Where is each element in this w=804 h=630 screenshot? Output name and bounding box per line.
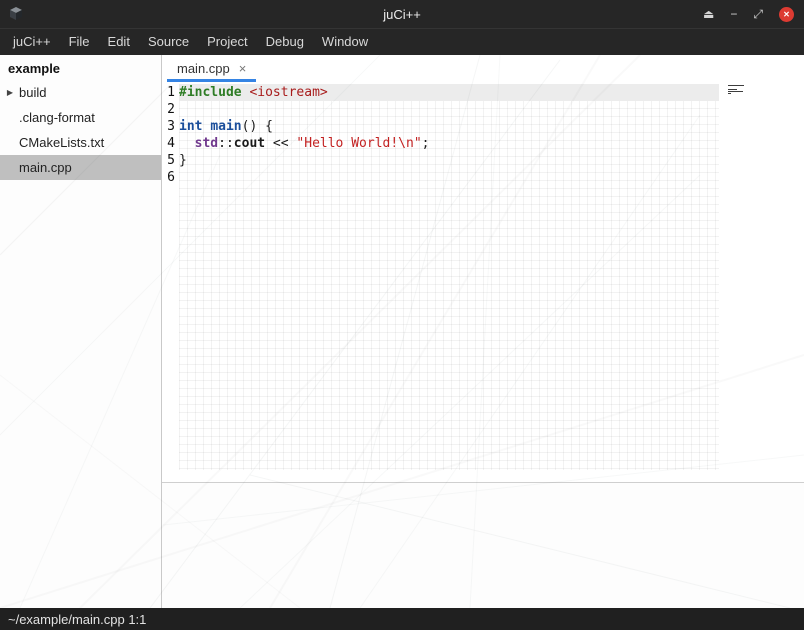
token: std	[195, 136, 218, 151]
code-line-6[interactable]: 6	[162, 169, 804, 186]
menu-item-debug[interactable]: Debug	[257, 29, 313, 55]
app-window: juCi++ ⏏ − ⤢ ✕ juCi++FileEditSourceProje…	[0, 0, 804, 630]
token: "Hello World!\n"	[296, 136, 421, 151]
tree-item-build[interactable]: ▶build	[0, 80, 161, 105]
code-content	[179, 169, 719, 186]
code-editor[interactable]: 1#include <iostream>23int main() {4 std:…	[162, 82, 804, 482]
tab-close-icon[interactable]: ×	[239, 61, 247, 76]
file-tree: ▶build .clang-format CMakeLists.txt main.cp…	[0, 80, 161, 180]
restore-button[interactable]: ⤢	[753, 8, 763, 20]
window-title: juCi++	[0, 7, 804, 22]
token: <<	[265, 136, 296, 151]
line-number: 3	[162, 118, 175, 135]
close-button[interactable]: ✕	[779, 7, 794, 22]
token: }	[179, 153, 187, 168]
tree-item-label: build	[17, 85, 46, 100]
tree-item-label: .clang-format	[17, 110, 95, 125]
status-text: ~/example/main.cpp 1:1	[8, 612, 146, 627]
line-number: 1	[162, 84, 175, 101]
minimize-button[interactable]: −	[730, 8, 737, 20]
expander-icon[interactable]: ▶	[0, 88, 17, 97]
tree-item-label: main.cpp	[17, 160, 72, 175]
tree-item-label: CMakeLists.txt	[17, 135, 104, 150]
app-icon	[8, 6, 24, 22]
code-content: std::cout << "Hello World!\n";	[179, 135, 719, 152]
tab-label: main.cpp	[177, 61, 230, 76]
menu-item-juci[interactable]: juCi++	[4, 29, 60, 55]
main-pane: main.cpp × 1#include <iostream>23int mai…	[162, 55, 804, 608]
code-line-1[interactable]: 1#include <iostream>	[162, 84, 804, 101]
window-controls: ⏏ − ⤢ ✕	[703, 7, 804, 22]
minimap-line	[728, 85, 744, 86]
code-line-2[interactable]: 2	[162, 101, 804, 118]
menu-bar: juCi++FileEditSourceProjectDebugWindow	[0, 28, 804, 55]
token: ::	[218, 136, 234, 151]
menu-item-edit[interactable]: Edit	[99, 29, 139, 55]
output-panel[interactable]	[162, 482, 804, 608]
tree-item-clang-format[interactable]: .clang-format	[0, 105, 161, 130]
title-bar[interactable]: juCi++ ⏏ − ⤢ ✕	[0, 0, 804, 28]
menu-item-project[interactable]: Project	[198, 29, 256, 55]
minimap-line	[728, 89, 737, 90]
token: main	[210, 119, 241, 134]
token	[179, 136, 195, 151]
code-line-3[interactable]: 3int main() {	[162, 118, 804, 135]
menu-item-source[interactable]: Source	[139, 29, 198, 55]
token: () {	[242, 119, 273, 134]
code-content: int main() {	[179, 118, 719, 135]
line-number: 2	[162, 101, 175, 118]
token: int	[179, 119, 202, 134]
minimap-line	[728, 93, 731, 94]
line-number: 4	[162, 135, 175, 152]
content-area: example ▶build .clang-format CMakeLists.tx…	[0, 55, 804, 608]
menu-item-window[interactable]: Window	[313, 29, 377, 55]
line-number: 5	[162, 152, 175, 169]
tab-bar: main.cpp ×	[162, 55, 804, 82]
token: ;	[422, 136, 430, 151]
line-number: 6	[162, 169, 175, 186]
file-browser-sidebar: example ▶build .clang-format CMakeLists.tx…	[0, 55, 162, 608]
code-line-4[interactable]: 4 std::cout << "Hello World!\n";	[162, 135, 804, 152]
tab-main-cpp[interactable]: main.cpp ×	[167, 55, 256, 82]
token: #include	[179, 85, 242, 100]
minimap-line	[728, 91, 743, 92]
code-content: #include <iostream>	[179, 84, 719, 101]
code-line-5[interactable]: 5}	[162, 152, 804, 169]
code-content	[179, 101, 719, 118]
menu-item-file[interactable]: File	[60, 29, 99, 55]
token: <iostream>	[249, 85, 327, 100]
project-root-label[interactable]: example	[0, 55, 161, 80]
tree-item-cmakelists-txt[interactable]: CMakeLists.txt	[0, 130, 161, 155]
tree-item-main-cpp[interactable]: main.cpp	[0, 155, 161, 180]
editor-lines: 1#include <iostream>23int main() {4 std:…	[162, 84, 804, 186]
token: cout	[234, 136, 265, 151]
status-bar: ~/example/main.cpp 1:1	[0, 608, 804, 630]
eject-button[interactable]: ⏏	[703, 8, 714, 20]
minimap[interactable]	[728, 85, 748, 97]
code-content: }	[179, 152, 719, 169]
